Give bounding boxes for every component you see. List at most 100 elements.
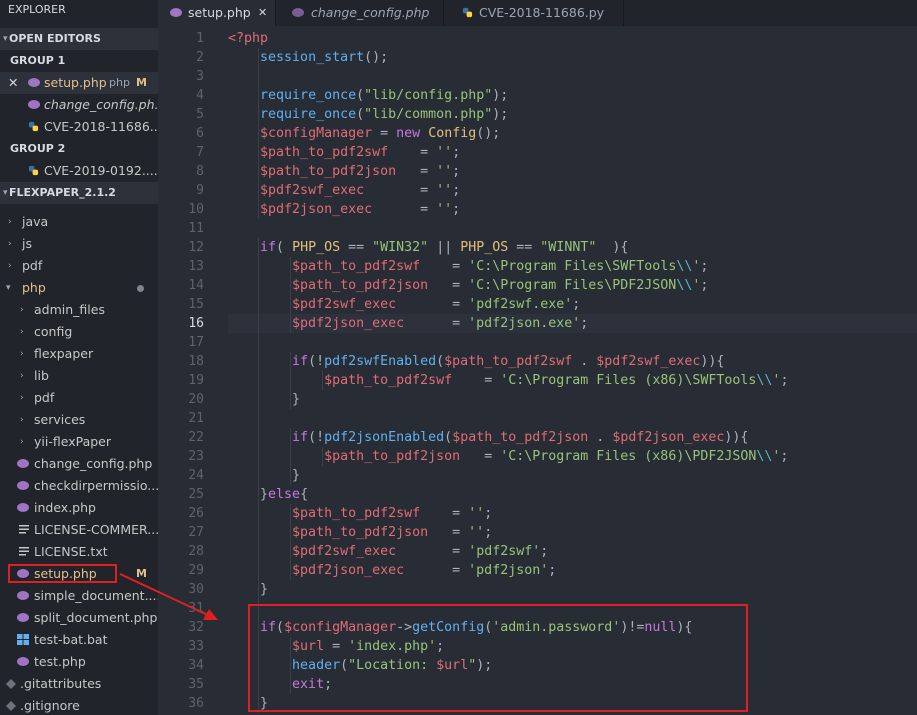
code-token: '' — [436, 164, 453, 179]
line-number: 25 — [188, 487, 204, 502]
code-line: require_once("lib/config.php"); — [228, 86, 508, 105]
close-icon[interactable]: ✕ — [258, 0, 267, 25]
code-token: = — [452, 373, 501, 388]
tree-folder-php[interactable]: ▾ php — [0, 277, 158, 299]
tree-file-split-document[interactable]: split_document.php — [0, 607, 158, 629]
code-token: ; — [572, 297, 581, 312]
tree-folder-lib[interactable]: › lib — [0, 365, 158, 387]
code-highlight-box — [248, 604, 748, 712]
line-number: 29 — [188, 563, 204, 578]
code-area[interactable]: <?php session_start(); require_once("lib… — [228, 26, 917, 715]
php-elephant-icon — [292, 8, 304, 17]
code-token: pdf2jsonEnabled — [324, 430, 445, 445]
tree-folder-js[interactable]: › js — [0, 233, 158, 255]
line-number: 35 — [188, 677, 204, 692]
code-token: $path_to_pdf2json — [452, 430, 589, 445]
code-line: $path_to_pdf2swf = ''; — [228, 504, 492, 523]
code-token: if — [260, 240, 277, 255]
python-icon — [462, 7, 473, 18]
text-file-icon — [19, 525, 29, 534]
php-elephant-icon — [17, 657, 29, 666]
chevron-right-icon: › — [20, 393, 24, 403]
close-icon[interactable]: ✕ — [8, 72, 18, 94]
code-token: = — [396, 297, 469, 312]
line-number: 15 — [188, 297, 204, 312]
tree-file-gitattributes[interactable]: .gitattributes — [0, 673, 158, 695]
tree-item-label: LICENSE-COMMER... — [34, 522, 158, 537]
tree-file-test-bat[interactable]: test-bat.bat — [0, 629, 158, 651]
chevron-right-icon: › — [20, 371, 24, 381]
line-number: 7 — [196, 145, 204, 160]
group2-label: GROUP 2 — [10, 142, 66, 155]
code-token: ; — [700, 278, 709, 293]
code-token: ); — [492, 88, 509, 103]
code-token: 'pdf2json' — [468, 563, 549, 578]
tree-folder-flexpaper[interactable]: › flexpaper — [0, 343, 158, 365]
setup-highlight-box — [8, 564, 117, 583]
chevron-right-icon: › — [20, 349, 24, 359]
tab-change-config[interactable]: change_config.php — [276, 0, 444, 26]
code-token: $path_to_pdf2json — [292, 525, 429, 540]
tree-folder-pdf[interactable]: › pdf — [0, 255, 158, 277]
php-elephant-icon — [17, 613, 29, 622]
open-editor-setup-php[interactable]: ✕ setup.php php M — [0, 72, 158, 94]
code-token: <?php — [228, 31, 269, 46]
code-token: ; — [540, 544, 549, 559]
code-token: } — [228, 468, 301, 483]
code-token: ; — [452, 164, 461, 179]
code-token: $path_to_pdf2swf — [292, 259, 421, 274]
chevron-right-icon: › — [20, 415, 24, 425]
open-editors-header[interactable]: ▾ OPEN EDITORS — [0, 28, 158, 50]
php-elephant-icon — [28, 78, 40, 87]
code-token: (! — [308, 354, 325, 369]
tree-file-checkdirpermission[interactable]: checkdirpermissio... — [0, 475, 158, 497]
tree-folder-yii-flexpaper[interactable]: › yii-flexPaper — [0, 431, 158, 453]
tree-item-label: .gitignore — [20, 698, 80, 713]
line-number: 16 — [188, 316, 204, 331]
tree-file-license-txt[interactable]: LICENSE.txt — [0, 541, 158, 563]
tree-folder-services[interactable]: › services — [0, 409, 158, 431]
git-icon — [6, 701, 16, 711]
tree-file-index[interactable]: index.php — [0, 497, 158, 519]
code-editor[interactable]: 1 2 3 4 5 6 7 8 9 10 11 12 13 14 15 16 17 18 19 20 21 22 23 24 2… — [158, 26, 917, 715]
open-editor-change-config[interactable]: change_config.ph... — [0, 94, 158, 116]
modified-badge: M — [136, 567, 147, 580]
tree-file-gitignore[interactable]: .gitignore — [0, 695, 158, 715]
code-line: $path_to_pdf2swf = 'C:\Program Files\SWF… — [228, 257, 708, 276]
tree-folder-admin-files[interactable]: › admin_files — [0, 299, 158, 321]
tree-folder-pdf-sub[interactable]: › pdf — [0, 387, 158, 409]
tree-file-test-php[interactable]: test.php — [0, 651, 158, 673]
php-elephant-icon — [170, 8, 182, 17]
line-number: 1 — [196, 31, 204, 46]
open-editor-cve-2019[interactable]: CVE-2019-0192.... — [0, 160, 158, 182]
project-header[interactable]: ▾ FLEXPAPER_2.1.2 — [0, 182, 158, 204]
code-token: 'C:\Program Files\PDF2JSON — [468, 278, 677, 293]
open-editor-path: php — [109, 76, 130, 89]
chevron-right-icon: › — [20, 305, 24, 315]
code-token: ; — [452, 202, 461, 217]
code-token: ){ — [596, 240, 629, 255]
tab-cve-2018[interactable]: CVE-2018-11686.py — [444, 0, 624, 26]
line-number: 21 — [188, 411, 204, 426]
tree-folder-java[interactable]: › java — [0, 211, 158, 233]
code-token: = — [372, 202, 437, 217]
line-number: 23 — [188, 449, 204, 464]
tree-item-label: services — [34, 412, 86, 427]
code-token: $path_to_pdf2json — [324, 449, 461, 464]
code-token: 'C:\Program Files\SWFTools — [468, 259, 677, 274]
open-editor-cve-2018[interactable]: CVE-2018-11686.... — [0, 116, 158, 138]
tab-setup-php[interactable]: setup.php ✕ — [158, 0, 276, 26]
tree-file-change-config[interactable]: change_config.php — [0, 453, 158, 475]
open-editor-label: change_config.ph... — [44, 97, 158, 112]
tree-item-label: split_document.php — [34, 610, 158, 625]
code-token: "lib/common.php" — [364, 107, 493, 122]
tree-file-simple-document[interactable]: simple_document.... — [0, 585, 158, 607]
tree-folder-config[interactable]: › config — [0, 321, 158, 343]
tree-item-label: lib — [34, 368, 49, 383]
php-elephant-icon — [17, 459, 29, 468]
open-editor-label: CVE-2019-0192.... — [44, 163, 158, 178]
tree-file-license-commercial[interactable]: LICENSE-COMMER... — [0, 519, 158, 541]
